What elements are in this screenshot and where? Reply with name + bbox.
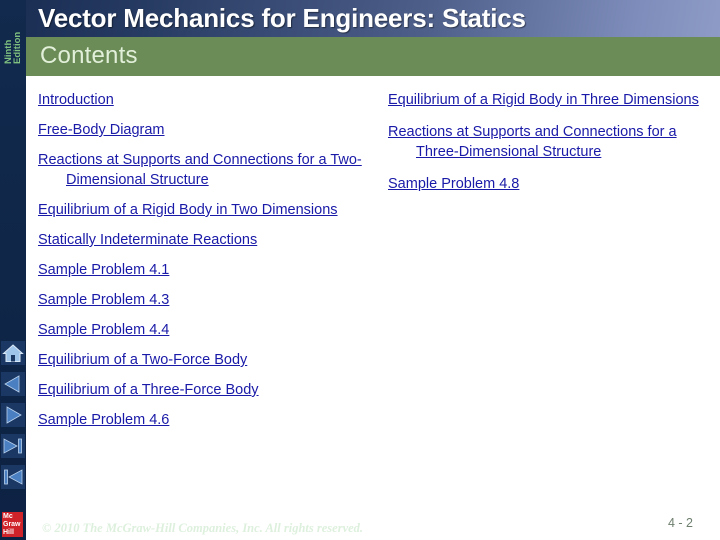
contents-column-left: Introduction Free-Body Diagram Reactions a…	[38, 90, 368, 440]
toc-link-left-1[interactable]: Free-Body Diagram	[38, 120, 368, 140]
copyright-notice: © 2010 The McGraw-Hill Companies, Inc. A…	[42, 521, 364, 535]
header-bar: Vector Mechanics for Engineers: Statics	[26, 0, 720, 37]
last-slide-icon[interactable]	[1, 434, 25, 458]
toc-link-right-1[interactable]: Reactions at Supports and Connections fo…	[388, 122, 718, 162]
toc-link-left-3[interactable]: Equilibrium of a Rigid Body in Two Dimen…	[38, 200, 368, 220]
home-icon[interactable]	[1, 341, 25, 365]
section-title-bar: Contents	[26, 37, 720, 76]
toc-link-left-7[interactable]: Sample Problem 4.4	[38, 320, 368, 340]
logo-line-1: Mc	[3, 513, 13, 520]
toc-link-left-10[interactable]: Sample Problem 4.6	[38, 410, 368, 430]
section-title: Contents	[40, 42, 138, 69]
left-navigation-sidebar: Ninth Edition Mc Graw Hill	[0, 0, 26, 540]
next-icon[interactable]	[1, 403, 25, 427]
toc-link-left-9[interactable]: Equilibrium of a Three-Force Body	[38, 380, 368, 400]
toc-link-left-2[interactable]: Reactions at Supports and Connections fo…	[38, 150, 368, 190]
toc-link-left-0[interactable]: Introduction	[38, 90, 368, 110]
toc-link-right-0[interactable]: Equilibrium of a Rigid Body in Three Dim…	[388, 90, 718, 110]
previous-icon[interactable]	[1, 372, 25, 396]
page-number: 4 - 2	[668, 516, 694, 530]
contents-column-right: Equilibrium of a Rigid Body in Three Dim…	[388, 90, 718, 206]
toc-link-left-8[interactable]: Equilibrium of a Two-Force Body	[38, 350, 368, 370]
page-title: Vector Mechanics for Engineers: Statics	[38, 3, 526, 33]
contents-body: Introduction Free-Body Diagram Reactions a…	[26, 76, 720, 506]
edition-label: Ninth Edition	[3, 31, 23, 64]
logo-line-3: Hill	[3, 529, 14, 536]
first-slide-icon[interactable]	[1, 465, 25, 489]
toc-link-right-2[interactable]: Sample Problem 4.8	[388, 174, 718, 194]
slide-canvas: Ninth Edition Mc Graw Hill Vector Mechan…	[0, 0, 720, 540]
toc-link-left-6[interactable]: Sample Problem 4.3	[38, 290, 368, 310]
logo-line-2: Graw	[3, 521, 21, 528]
mcgraw-hill-logo: Mc Graw Hill	[2, 512, 23, 537]
toc-link-left-4[interactable]: Statically Indeterminate Reactions	[38, 230, 368, 250]
toc-link-left-5[interactable]: Sample Problem 4.1	[38, 260, 368, 280]
